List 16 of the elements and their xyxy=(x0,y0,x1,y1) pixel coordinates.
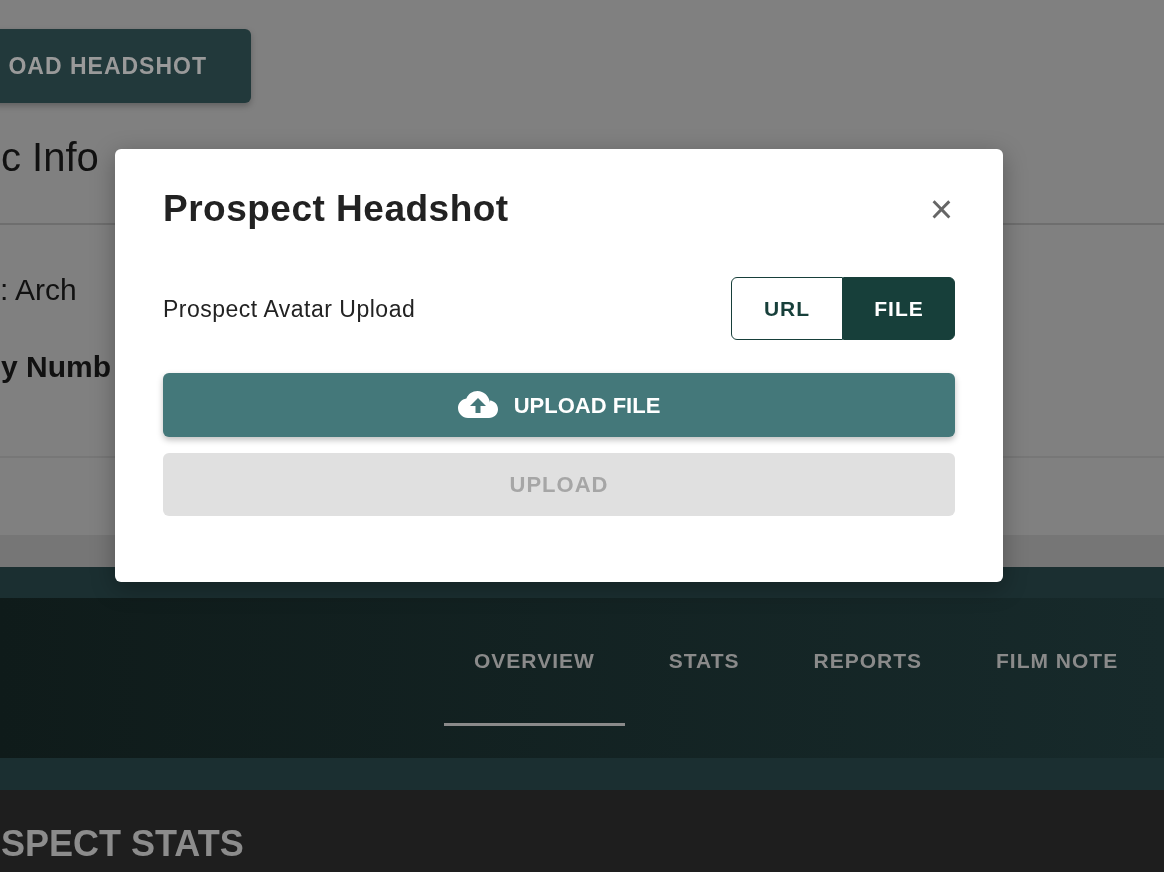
section-heading: c Info xyxy=(1,137,100,177)
field-label: y Numb xyxy=(1,352,112,382)
field-text: : Arch xyxy=(0,275,78,305)
toggle-option[interactable]: URL xyxy=(731,277,843,341)
nav-tab[interactable]: FILM NOTE xyxy=(966,598,1119,726)
upload-headshot-button[interactable]: OAD HEADSHOT xyxy=(0,29,251,103)
upload-file-button[interactable]: UPLOAD FILE xyxy=(163,373,955,438)
section-heading: SPECT STATS xyxy=(1,826,245,862)
toggle-option[interactable]: FILE xyxy=(843,277,955,341)
field-label: Prospect Avatar Upload xyxy=(163,294,416,324)
modal-title: Prospect Headshot xyxy=(163,187,509,231)
nav-tab[interactable]: REPORTS xyxy=(783,598,953,726)
nav-tab[interactable]: STATS xyxy=(638,598,770,726)
nav-tab[interactable]: OVERVIEW xyxy=(444,598,625,726)
close-button[interactable]: × xyxy=(927,189,955,230)
cloud-upload-icon xyxy=(457,391,498,420)
